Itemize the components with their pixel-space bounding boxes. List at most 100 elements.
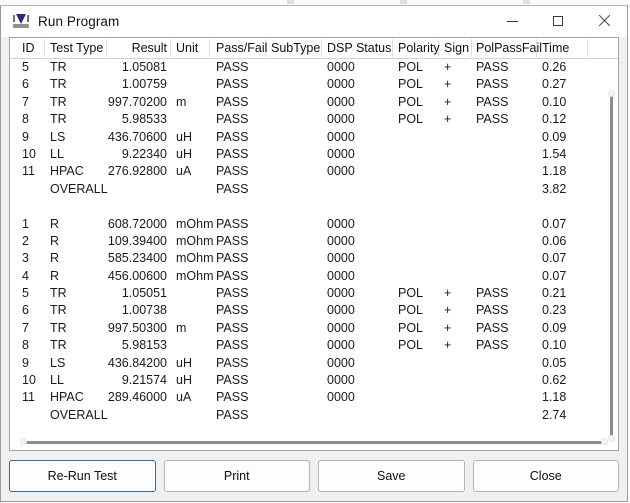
table-row[interactable] xyxy=(10,198,618,215)
column-header-subtype[interactable]: SubType xyxy=(271,41,320,55)
table-row[interactable]: 10LL9.22340uHPASS00001.54 xyxy=(10,146,618,163)
cell-result: 1.00759 xyxy=(10,77,167,91)
table-row[interactable]: 5TR1.05051PASS0000POL+PASS0.21 xyxy=(10,285,618,302)
save-button[interactable]: Save xyxy=(318,460,465,492)
column-separator[interactable] xyxy=(209,39,210,57)
cell-dsp_status: 0000 xyxy=(327,95,355,109)
column-separator[interactable] xyxy=(471,39,472,57)
cell-dsp_status: 0000 xyxy=(327,286,355,300)
cell-result: 436.70600 xyxy=(10,130,167,144)
column-separator[interactable] xyxy=(321,39,322,57)
cell-polarity: POL xyxy=(398,77,423,91)
cell-sign: + xyxy=(444,286,451,300)
column-separator[interactable] xyxy=(587,39,588,57)
table-row[interactable]: 6TR1.00738PASS0000POL+PASS0.23 xyxy=(10,302,618,319)
cell-unit: uA xyxy=(176,164,191,178)
cell-unit: mOhm xyxy=(176,251,214,265)
column-header-time[interactable]: Time xyxy=(542,41,569,55)
vertical-scrollbar[interactable] xyxy=(607,94,616,438)
cell-polarity: POL xyxy=(398,95,423,109)
cell-time: 3.82 xyxy=(542,182,566,196)
table-row[interactable]: 4R456.00600mOhmPASS00000.07 xyxy=(10,268,618,285)
table-row[interactable]: 8TR5.98153PASS0000POL+PASS0.10 xyxy=(10,337,618,354)
table-row[interactable]: 11HPAC289.46000uAPASS00001.18 xyxy=(10,389,618,406)
column-separator[interactable] xyxy=(392,39,393,57)
close-button[interactable] xyxy=(581,6,627,36)
column-header-sign[interactable]: Sign xyxy=(444,41,469,55)
rerun-button[interactable]: Re-Run Test xyxy=(9,460,156,492)
vertical-scrollbar-thumb[interactable] xyxy=(610,94,613,438)
cell-sign: + xyxy=(444,95,451,109)
cell-dsp_status: 0000 xyxy=(327,164,355,178)
cell-time: 1.54 xyxy=(542,147,566,161)
table-row[interactable]: 10LL9.21574uHPASS00000.62 xyxy=(10,372,618,389)
minimize-button[interactable] xyxy=(489,6,535,36)
cell-time: 1.18 xyxy=(542,390,566,404)
cell-test_type: OVERALL xyxy=(50,408,108,422)
horizontal-scrollbar-thumb[interactable] xyxy=(26,441,602,444)
column-separator[interactable] xyxy=(170,39,171,57)
table-row[interactable]: 7TR997.70200mPASS0000POL+PASS0.10 xyxy=(10,94,618,111)
cell-sign: + xyxy=(444,112,451,126)
vise-icon xyxy=(13,13,29,29)
table-row[interactable]: OVERALLPASS3.82 xyxy=(10,181,618,198)
table-row[interactable]: 5TR1.05081PASS0000POL+PASS0.26 xyxy=(10,59,618,76)
cell-pass_fail: PASS xyxy=(216,390,248,404)
table-row[interactable]: 8TR5.98533PASS0000POL+PASS0.12 xyxy=(10,111,618,128)
table-row[interactable]: OVERALLPASS2.74 xyxy=(10,407,618,424)
cell-polarity: POL xyxy=(398,338,423,352)
cell-polpassfail: PASS xyxy=(476,338,508,352)
cell-unit: uH xyxy=(176,147,192,161)
run-program-window: Run Program IDTest TypeResultUnitPass/Fa… xyxy=(0,5,628,502)
cell-polarity: POL xyxy=(398,321,423,335)
background-window-dot xyxy=(287,0,294,4)
horizontal-scrollbar[interactable] xyxy=(20,438,608,447)
grid-body[interactable]: 5TR1.05081PASS0000POL+PASS0.266TR1.00759… xyxy=(10,59,618,450)
cell-time: 0.06 xyxy=(542,234,566,248)
cell-dsp_status: 0000 xyxy=(327,217,355,231)
title-bar[interactable]: Run Program xyxy=(1,6,627,37)
table-row[interactable]: 9LS436.84200uHPASS00000.05 xyxy=(10,355,618,372)
table-row[interactable]: 11HPAC276.92800uAPASS00001.18 xyxy=(10,163,618,180)
cell-test_type: OVERALL xyxy=(50,182,108,196)
cell-time: 0.07 xyxy=(542,269,566,283)
cell-polpassfail: PASS xyxy=(476,286,508,300)
cell-pass_fail: PASS xyxy=(216,303,248,317)
column-header-result[interactable]: Result xyxy=(10,41,167,55)
column-header-dsp_status[interactable]: DSP Status xyxy=(327,41,391,55)
cell-time: 0.07 xyxy=(542,217,566,231)
table-row[interactable]: 2R109.39400mOhmPASS00000.06 xyxy=(10,233,618,250)
cell-unit: mOhm xyxy=(176,269,214,283)
print-button[interactable]: Print xyxy=(164,460,311,492)
table-row[interactable]: 9LS436.70600uHPASS00000.09 xyxy=(10,129,618,146)
table-row[interactable]: 3R585.23400mOhmPASS00000.07 xyxy=(10,250,618,267)
cell-sign: + xyxy=(444,77,451,91)
table-row[interactable]: 6TR1.00759PASS0000POL+PASS0.27 xyxy=(10,76,618,93)
table-row[interactable]: 1R608.72000mOhmPASS00000.07 xyxy=(10,216,618,233)
cell-polpassfail: PASS xyxy=(476,321,508,335)
cell-polarity: POL xyxy=(398,60,423,74)
cell-dsp_status: 0000 xyxy=(327,251,355,265)
background-window-dot xyxy=(523,0,530,4)
cell-time: 0.09 xyxy=(542,321,566,335)
cell-unit: m xyxy=(176,321,186,335)
column-header-pass_fail[interactable]: Pass/Fail xyxy=(216,41,267,55)
results-grid[interactable]: IDTest TypeResultUnitPass/FailSubTypeDSP… xyxy=(9,37,619,451)
cell-dsp_status: 0000 xyxy=(327,234,355,248)
column-header-polarity[interactable]: Polarity xyxy=(398,41,440,55)
cell-pass_fail: PASS xyxy=(216,408,248,422)
cell-polarity: POL xyxy=(398,112,423,126)
cell-polpassfail: PASS xyxy=(476,60,508,74)
horizontal-scrollbar-cap-right xyxy=(601,438,608,445)
cell-unit: mOhm xyxy=(176,234,214,248)
cell-polarity: POL xyxy=(398,303,423,317)
close-button[interactable]: Close xyxy=(473,460,620,492)
cell-pass_fail: PASS xyxy=(216,130,248,144)
table-row[interactable]: 7TR997.50300mPASS0000POL+PASS0.09 xyxy=(10,320,618,337)
cell-time: 0.21 xyxy=(542,286,566,300)
cell-pass_fail: PASS xyxy=(216,373,248,387)
cell-polpassfail: PASS xyxy=(476,112,508,126)
maximize-button[interactable] xyxy=(535,6,581,36)
column-header-unit[interactable]: Unit xyxy=(176,41,198,55)
column-header-polpassfail[interactable]: PolPassFail xyxy=(476,41,542,55)
